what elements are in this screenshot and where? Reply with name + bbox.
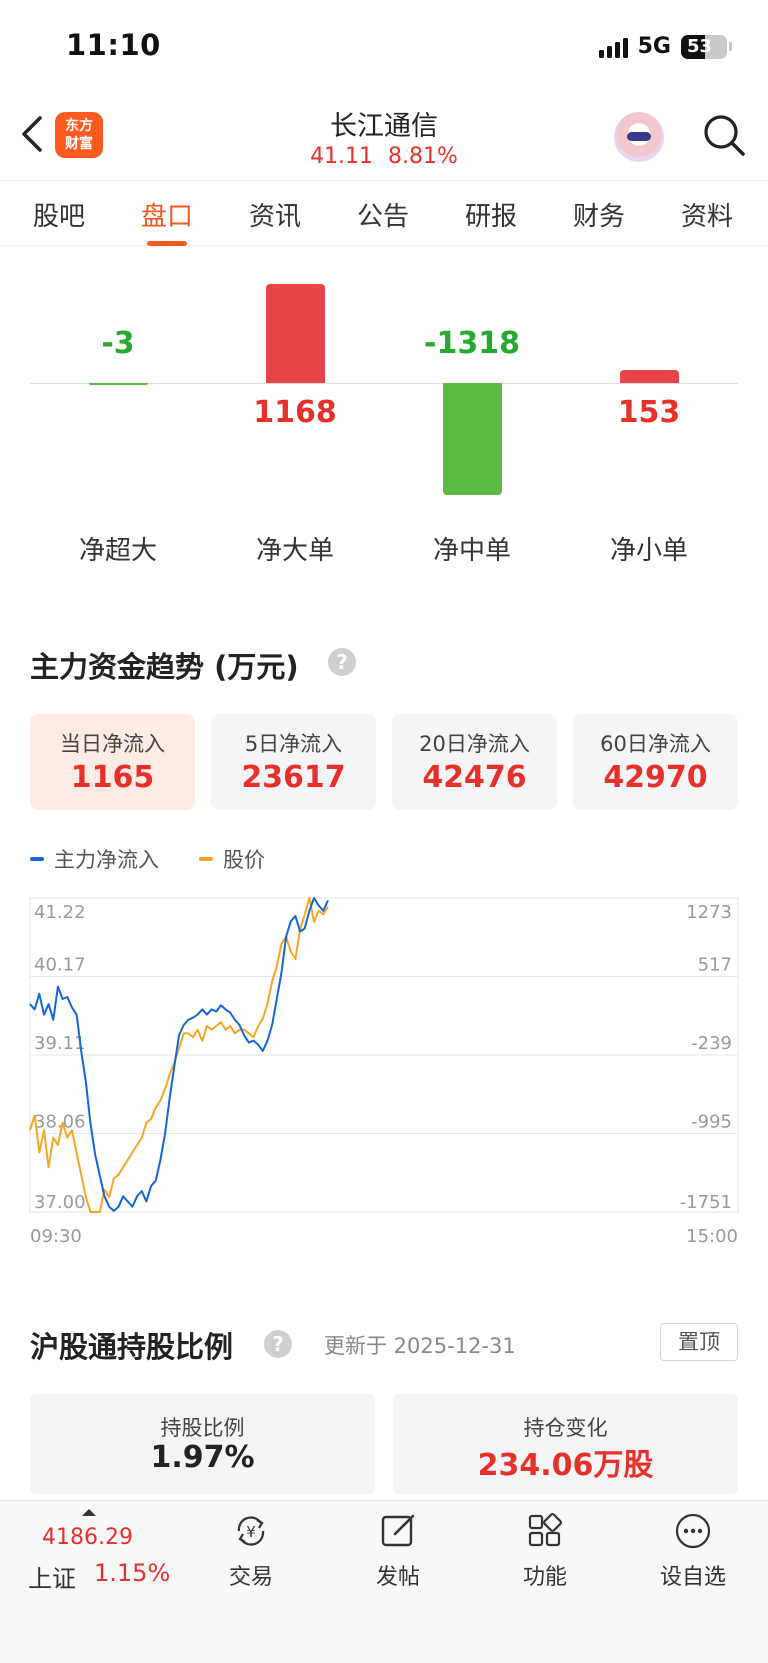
flow-value: -3 bbox=[101, 326, 135, 361]
help-icon[interactable]: ? bbox=[264, 1330, 292, 1358]
card-value: 42476 bbox=[422, 760, 527, 795]
trend-cards: 当日净流入 1165 5日净流入 23617 20日净流入 42476 60日净… bbox=[30, 714, 738, 810]
index-name: 上证 bbox=[28, 1565, 76, 1593]
flow-label: 净中单 bbox=[432, 536, 511, 566]
tab-pankou[interactable]: 盘口 bbox=[122, 196, 212, 233]
post-button[interactable]: 发帖 bbox=[343, 1511, 453, 1591]
search-icon bbox=[704, 115, 745, 156]
stock-price: 41.11 bbox=[310, 144, 374, 169]
edit-icon bbox=[381, 1514, 415, 1547]
card-label: 60日净流入 bbox=[600, 732, 711, 756]
left-axis-tick: 40.17 bbox=[34, 955, 86, 976]
svg-text:¥: ¥ bbox=[246, 1523, 256, 1541]
caret-up-icon bbox=[82, 1509, 96, 1516]
trade-button[interactable]: ¥ 交易 bbox=[196, 1511, 306, 1591]
assistant-avatar[interactable] bbox=[614, 112, 664, 162]
hk-position-change-card: 持仓变化 234.06万股 bbox=[393, 1394, 738, 1494]
flow-value: 1168 bbox=[253, 395, 337, 430]
index-change: 1.15% bbox=[94, 1559, 171, 1587]
battery-icon: 53 bbox=[681, 34, 727, 59]
stock-header: 东方 财富 长江通信 41.11 8.81% bbox=[0, 96, 768, 180]
x-axis-end-label: 15:00 bbox=[686, 1226, 738, 1247]
card-label: 5日净流入 bbox=[244, 732, 343, 756]
trend-chart[interactable]: 41.22 40.17 39.11 38.06 37.00 1273 517 -239 -995… bbox=[0, 895, 768, 1255]
index-value: 4186.29 bbox=[42, 1525, 133, 1550]
nav-label: 功能 bbox=[522, 1565, 567, 1590]
right-axis-tick: -995 bbox=[691, 1112, 732, 1133]
legend-label: 股价 bbox=[223, 848, 265, 872]
card-label: 20日净流入 bbox=[419, 732, 530, 756]
trend-title: 主力资金趋势 (万元) bbox=[30, 650, 299, 684]
hk-holding-ratio-card: 持股比例 1.97% bbox=[30, 1394, 375, 1494]
nav-label: 发帖 bbox=[375, 1565, 420, 1590]
hk-card-value: 1.97% bbox=[150, 1440, 255, 1475]
battery-level: 53 bbox=[687, 35, 713, 57]
legend-item-mainflow: 主力净流入 bbox=[30, 844, 159, 874]
hk-card-label: 持仓变化 bbox=[523, 1416, 608, 1440]
network-type: 5G bbox=[637, 34, 671, 59]
tab-profile[interactable]: 资料 bbox=[662, 196, 752, 233]
tab-guba[interactable]: 股吧 bbox=[14, 196, 104, 233]
nav-label: 设自选 bbox=[659, 1565, 726, 1590]
hk-card-value: 234.06万股 bbox=[477, 1448, 654, 1483]
stock-change-pct: 8.81% bbox=[388, 144, 458, 169]
tab-finance[interactable]: 财务 bbox=[554, 196, 644, 233]
left-axis-tick: 37.00 bbox=[34, 1192, 86, 1213]
card-value: 1165 bbox=[70, 760, 155, 795]
signal-icon bbox=[598, 36, 628, 58]
battery-cap bbox=[729, 42, 732, 51]
right-axis-tick: -239 bbox=[691, 1033, 732, 1054]
status-bar: 11:10 5G 53 bbox=[0, 0, 768, 96]
legend-swatch bbox=[30, 857, 44, 861]
pin-top-button[interactable]: 置顶 bbox=[660, 1323, 738, 1361]
card-5day[interactable]: 5日净流入 23617 bbox=[211, 714, 376, 810]
flow-value: 153 bbox=[617, 395, 681, 430]
card-value: 23617 bbox=[241, 760, 346, 795]
add-watchlist-button[interactable]: 设自选 bbox=[638, 1511, 748, 1591]
bottom-toolbar: 4186.29 上证 1.15% ¥ 交易 发帖 功能 设自选 bbox=[0, 1500, 768, 1663]
flow-bar bbox=[619, 369, 679, 383]
x-axis-start-label: 09:30 bbox=[30, 1226, 82, 1247]
legend-item-price: 股价 bbox=[199, 844, 265, 874]
tab-research[interactable]: 研报 bbox=[446, 196, 536, 233]
flow-value: -1318 bbox=[424, 326, 520, 361]
trend-chart-svg: 41.22 40.17 39.11 38.06 37.00 1273 517 -239 -995… bbox=[29, 897, 739, 1247]
help-icon[interactable]: ? bbox=[328, 648, 356, 676]
tab-news[interactable]: 资讯 bbox=[230, 196, 320, 233]
hk-connect-title: 沪股通持股比例 bbox=[30, 1330, 234, 1364]
left-axis-tick: 38.06 bbox=[34, 1112, 86, 1133]
flow-bar bbox=[265, 283, 325, 383]
right-axis-tick: 517 bbox=[698, 955, 732, 976]
card-today[interactable]: 当日净流入 1165 bbox=[30, 714, 195, 810]
more-icon bbox=[675, 1513, 711, 1549]
card-20day[interactable]: 20日净流入 42476 bbox=[392, 714, 557, 810]
flow-label: 净大单 bbox=[255, 536, 334, 566]
grid-icon bbox=[528, 1513, 562, 1547]
yen-cycle-icon: ¥ bbox=[237, 1516, 265, 1546]
flow-label: 净超大 bbox=[78, 536, 157, 566]
search-button[interactable] bbox=[700, 110, 748, 160]
legend-label: 主力净流入 bbox=[54, 848, 159, 872]
hk-update-date: 更新于 2025-12-31 bbox=[324, 1334, 516, 1358]
nav-label: 交易 bbox=[228, 1565, 273, 1590]
flow-bar bbox=[88, 383, 148, 385]
legend-swatch bbox=[199, 857, 213, 861]
chart-legend: 主力净流入 股价 bbox=[30, 844, 305, 874]
status-indicators: 5G 53 bbox=[598, 34, 732, 59]
right-axis-tick: -1751 bbox=[680, 1192, 732, 1213]
card-label: 当日净流入 bbox=[60, 732, 165, 756]
hk-card-label: 持股比例 bbox=[160, 1416, 245, 1440]
left-axis-tick: 39.11 bbox=[34, 1033, 86, 1054]
card-value: 42970 bbox=[603, 760, 708, 795]
tab-bar: 股吧 盘口 资讯 公告 研报 财务 资料 bbox=[0, 180, 768, 246]
flow-bar bbox=[442, 383, 502, 495]
right-axis-tick: 1273 bbox=[686, 902, 732, 923]
status-time: 11:10 bbox=[66, 28, 161, 62]
left-axis-tick: 41.22 bbox=[34, 902, 86, 923]
flow-label: 净小单 bbox=[609, 536, 688, 566]
tab-announcements[interactable]: 公告 bbox=[338, 196, 428, 233]
functions-button[interactable]: 功能 bbox=[490, 1511, 600, 1591]
card-60day[interactable]: 60日净流入 42970 bbox=[573, 714, 738, 810]
fund-flow-chart: -3 净超大 1168 净大单 -1318 净中单 153 净小单 bbox=[0, 246, 768, 566]
